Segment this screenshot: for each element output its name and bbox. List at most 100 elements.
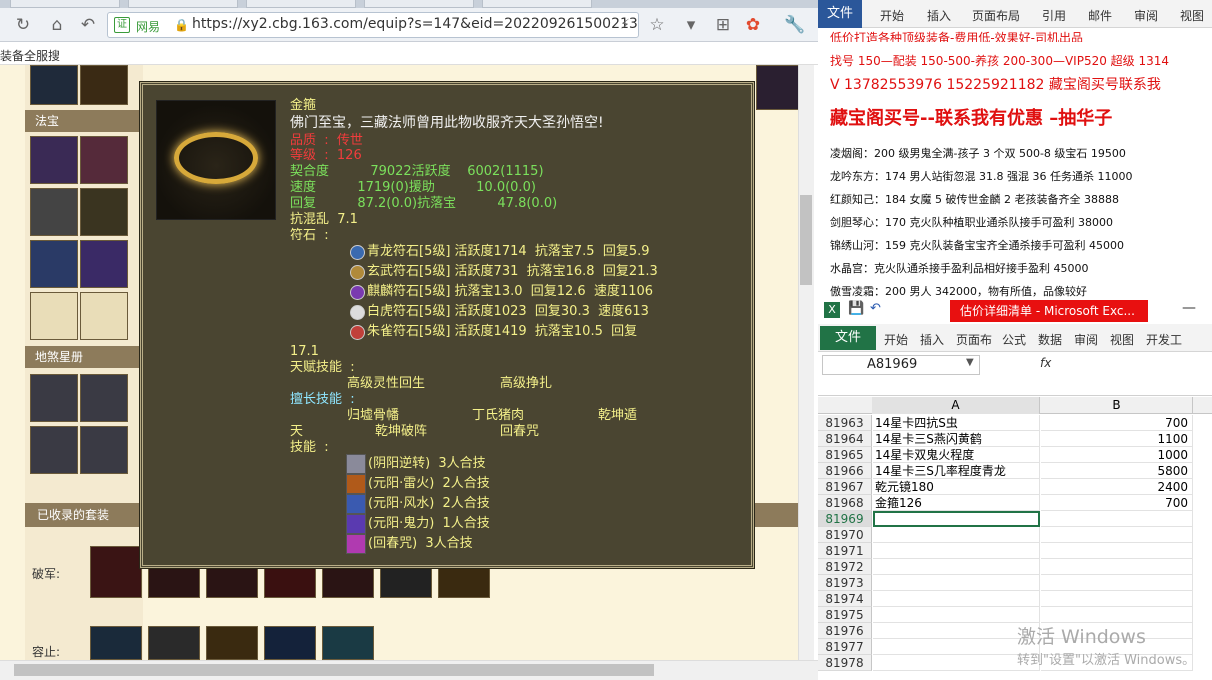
excel-tab[interactable]: 数据 bbox=[1038, 331, 1062, 348]
suit-icon[interactable] bbox=[380, 568, 432, 598]
item-icon[interactable] bbox=[80, 65, 128, 105]
cell-a[interactable] bbox=[873, 607, 1040, 623]
row-header[interactable]: 81968 bbox=[818, 495, 872, 511]
cell-a[interactable] bbox=[873, 559, 1040, 575]
cell-b[interactable]: 1000 bbox=[1041, 447, 1193, 463]
card-icon[interactable] bbox=[30, 426, 78, 474]
browser-tab[interactable] bbox=[128, 0, 238, 8]
row-header[interactable]: 81971 bbox=[818, 543, 872, 559]
row-header[interactable]: 81963 bbox=[818, 415, 872, 431]
excel-tab[interactable]: 开始 bbox=[884, 331, 908, 348]
cell-a[interactable] bbox=[873, 527, 1040, 543]
word-tab[interactable]: 引用 bbox=[1042, 7, 1066, 24]
cell-b[interactable] bbox=[1041, 511, 1193, 527]
lightning-icon[interactable]: ⚡ bbox=[614, 14, 636, 36]
cell-a[interactable] bbox=[873, 575, 1040, 591]
excel-tab[interactable]: 视图 bbox=[1110, 331, 1134, 348]
excel-file-tab[interactable]: 文件 bbox=[820, 326, 876, 350]
cell-b[interactable] bbox=[1041, 591, 1193, 607]
cell-a[interactable] bbox=[873, 543, 1040, 559]
browser-tab[interactable] bbox=[364, 0, 474, 8]
undo-icon[interactable]: ↶ bbox=[870, 301, 881, 316]
cell-a[interactable]: 金箍126 bbox=[873, 495, 1040, 511]
row-header[interactable]: 81969 bbox=[818, 511, 872, 527]
chevron-down-icon[interactable]: ▼ bbox=[966, 357, 974, 368]
cell-b[interactable] bbox=[1041, 527, 1193, 543]
cell-a[interactable] bbox=[873, 511, 1040, 527]
browser-tab[interactable] bbox=[10, 0, 120, 8]
address-bar[interactable]: 证 网易 🔒 https://xy2.cbg.163.com/equip?s=1… bbox=[107, 12, 639, 38]
fabao-icon[interactable] bbox=[80, 136, 128, 184]
home-icon[interactable]: ⌂ bbox=[46, 14, 68, 36]
cell-b[interactable]: 1100 bbox=[1041, 431, 1193, 447]
fabao-icon[interactable] bbox=[30, 136, 78, 184]
word-file-tab[interactable]: 文件 bbox=[818, 0, 862, 28]
cell-b[interactable]: 5800 bbox=[1041, 463, 1193, 479]
row-header[interactable]: 81964 bbox=[818, 431, 872, 447]
refresh-icon[interactable]: ↻ bbox=[12, 14, 34, 36]
word-tab[interactable]: 审阅 bbox=[1134, 7, 1158, 24]
cell-b[interactable]: 700 bbox=[1041, 495, 1193, 511]
scrollbar-thumb[interactable] bbox=[14, 664, 654, 676]
cell-a[interactable] bbox=[873, 639, 1040, 655]
vertical-scrollbar[interactable] bbox=[798, 65, 814, 660]
fabao-icon[interactable] bbox=[80, 188, 128, 236]
cell-b[interactable] bbox=[1041, 607, 1193, 623]
word-tab[interactable]: 开始 bbox=[880, 7, 904, 24]
word-tab[interactable]: 视图 bbox=[1180, 7, 1204, 24]
suit-icon[interactable] bbox=[206, 568, 258, 598]
tools-icon[interactable]: 🔧 bbox=[784, 14, 806, 36]
browser-tab[interactable] bbox=[246, 0, 356, 8]
column-header-a[interactable]: A bbox=[872, 397, 1040, 414]
row-header[interactable]: 81972 bbox=[818, 559, 872, 575]
row-header[interactable]: 81966 bbox=[818, 463, 872, 479]
row-header[interactable]: 81976 bbox=[818, 623, 872, 639]
word-tab[interactable]: 邮件 bbox=[1088, 7, 1112, 24]
row-header[interactable]: 81965 bbox=[818, 447, 872, 463]
suit-icon[interactable] bbox=[322, 568, 374, 598]
cell-b[interactable] bbox=[1041, 575, 1193, 591]
cell-a[interactable]: 14星卡三S燕闪黄鹤 bbox=[873, 431, 1040, 447]
row-header[interactable]: 81977 bbox=[818, 639, 872, 655]
item-icon[interactable] bbox=[30, 65, 78, 105]
star-icon[interactable]: ☆ bbox=[646, 14, 668, 36]
item-icon[interactable] bbox=[756, 65, 804, 110]
bookmark-item[interactable]: 装备全服搜 bbox=[0, 47, 60, 64]
cell-b[interactable] bbox=[1041, 543, 1193, 559]
row-header[interactable]: 81967 bbox=[818, 479, 872, 495]
row-header[interactable]: 81974 bbox=[818, 591, 872, 607]
grid-icon[interactable]: ⊞ bbox=[712, 14, 734, 36]
row-header[interactable]: 81978 bbox=[818, 655, 872, 671]
minimize-icon[interactable]: — bbox=[1182, 300, 1196, 316]
cell-b[interactable]: 2400 bbox=[1041, 479, 1193, 495]
fabao-icon[interactable] bbox=[80, 240, 128, 288]
excel-tab[interactable]: 插入 bbox=[920, 331, 944, 348]
suit-icon[interactable] bbox=[148, 626, 200, 660]
cell-b[interactable] bbox=[1041, 559, 1193, 575]
suit-icon[interactable] bbox=[264, 626, 316, 660]
cell-a[interactable]: 14星卡双鬼火程度 bbox=[873, 447, 1040, 463]
suit-icon[interactable] bbox=[438, 568, 490, 598]
row-header[interactable]: 81975 bbox=[818, 607, 872, 623]
fabao-icon[interactable] bbox=[30, 240, 78, 288]
save-icon[interactable]: 💾 bbox=[848, 301, 864, 316]
dropdown-icon[interactable]: ▾ bbox=[680, 14, 702, 36]
row-header[interactable]: 81973 bbox=[818, 575, 872, 591]
suit-icon[interactable] bbox=[90, 546, 142, 598]
excel-tab[interactable]: 审阅 bbox=[1074, 331, 1098, 348]
fx-icon[interactable]: fx bbox=[1040, 356, 1051, 370]
extension-icon[interactable]: ✿ bbox=[742, 14, 764, 36]
excel-tab[interactable]: 开发工 bbox=[1146, 331, 1182, 348]
cell-b[interactable]: 700 bbox=[1041, 415, 1193, 431]
word-tab[interactable]: 页面布局 bbox=[972, 7, 1020, 24]
word-tab[interactable]: 插入 bbox=[927, 7, 951, 24]
suit-icon[interactable] bbox=[148, 568, 200, 598]
fabao-icon[interactable] bbox=[30, 188, 78, 236]
card-icon[interactable] bbox=[80, 426, 128, 474]
name-box[interactable]: A81969 bbox=[822, 355, 980, 375]
cell-a[interactable]: 14星卡三S几率程度青龙 bbox=[873, 463, 1040, 479]
browser-tab[interactable] bbox=[482, 0, 592, 8]
cell-a[interactable] bbox=[873, 655, 1040, 671]
cell-a[interactable] bbox=[873, 591, 1040, 607]
excel-tab[interactable]: 页面布 bbox=[956, 331, 992, 348]
